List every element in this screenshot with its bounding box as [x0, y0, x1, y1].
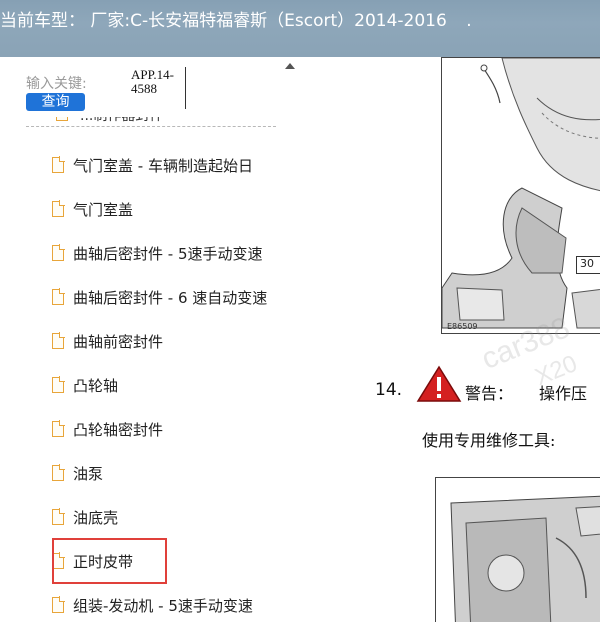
tree-item-label: 凸轮轴密封件 — [73, 420, 164, 439]
tree-item[interactable]: 油底壳 — [52, 506, 280, 528]
tree-item-label: 组装-发动机 - 5速手动变速 — [73, 596, 253, 615]
document-icon — [52, 156, 65, 173]
text-cursor — [185, 67, 186, 109]
current-vehicle: 厂家:C-长安福特福睿斯（Escort）2014-2016 — [90, 11, 447, 31]
tree-item[interactable]: 曲轴后密封件 - 6 速自动变速 — [52, 286, 280, 308]
tree-item-label: 曲轴后密封件 - 5速手动变速 — [73, 244, 263, 263]
title-prefix: 当前车型： — [0, 11, 85, 31]
tree-item[interactable]: 气门室盖 - 车辆制造起始日 — [52, 154, 280, 176]
engine-drawing — [442, 58, 600, 333]
search-button[interactable]: 查询 — [26, 93, 85, 111]
search-row: 输入关键: APP.14- 4588 查询 — [0, 57, 280, 117]
tree-item-label: 凸轮轴 — [73, 376, 119, 395]
scroll-up-arrow-icon[interactable] — [285, 63, 295, 69]
tool-drawing — [436, 478, 600, 622]
document-icon — [56, 117, 68, 121]
title-suffix: . — [466, 11, 472, 31]
search-input-line2: 4588 — [131, 81, 157, 96]
tree-item[interactable]: 曲轴后密封件 - 5速手动变速 — [52, 242, 280, 264]
tree-item[interactable]: 凸轮轴密封件 — [52, 418, 280, 440]
special-tool-line: 使用专用维修工具: — [422, 431, 556, 450]
document-icon — [52, 244, 65, 261]
highlight-annotation — [52, 538, 167, 584]
document-icon — [52, 288, 65, 305]
document-icon — [52, 420, 65, 437]
engine-illustration: 30 E86509 — [441, 57, 600, 334]
tool-illustration — [435, 477, 600, 622]
tree-item-label: 油底壳 — [73, 508, 119, 527]
tree-scrollbar[interactable] — [280, 57, 300, 622]
document-icon — [52, 332, 65, 349]
tree-item[interactable]: 组装-发动机 - 5速手动变速 — [52, 594, 280, 616]
tree-item[interactable]: 油泵 — [52, 462, 280, 484]
warning-label: 警告： — [465, 384, 514, 403]
tree-item-label: 气门室盖 — [73, 200, 134, 219]
document-icon — [52, 464, 65, 481]
tree-item-label: 油泵 — [73, 464, 104, 483]
tree-item[interactable]: 曲轴前密封件 — [52, 330, 280, 352]
search-input[interactable]: APP.14- 4588 — [131, 68, 174, 96]
tree-item[interactable]: 气门室盖 — [52, 198, 280, 220]
search-label: 输入关键: — [26, 76, 87, 92]
document-viewer: 30 E86509 car388 X20 14. 警告： 操作压 使用专用维修工… — [300, 57, 600, 622]
figure-callout: 30 — [576, 256, 600, 274]
tree-connector — [26, 126, 276, 127]
tree-item-label: ...制作器封件 — [80, 117, 163, 125]
document-icon — [52, 508, 65, 525]
document-icon — [52, 376, 65, 393]
tree-item-label: 曲轴前密封件 — [73, 332, 164, 351]
document-icon — [52, 596, 65, 613]
tree-item-label: 曲轴后密封件 - 6 速自动变速 — [73, 288, 268, 307]
title-bar: 当前车型： 厂家:C-长安福特福睿斯（Escort）2014-2016 . — [0, 0, 600, 57]
search-input-line1: APP.14- — [131, 67, 174, 82]
warning-text: 操作压 — [539, 384, 588, 403]
procedure-tree: ...制作器封件 气门室盖 - 车辆制造起始日 气门室盖 曲轴后密封件 - 5速… — [0, 117, 280, 622]
document-icon — [52, 200, 65, 217]
figure-code: E86509 — [447, 322, 478, 331]
step-number: 14. — [375, 380, 403, 400]
warning-triangle-icon — [416, 365, 462, 402]
tree-item[interactable]: 凸轮轴 — [52, 374, 280, 396]
navigation-pane: 输入关键: APP.14- 4588 查询 ...制作器封件 气门室盖 - 车辆… — [0, 57, 300, 622]
tree-item-label: 气门室盖 - 车辆制造起始日 — [73, 156, 253, 175]
tree-item-partial[interactable]: ...制作器封件 — [26, 117, 276, 129]
